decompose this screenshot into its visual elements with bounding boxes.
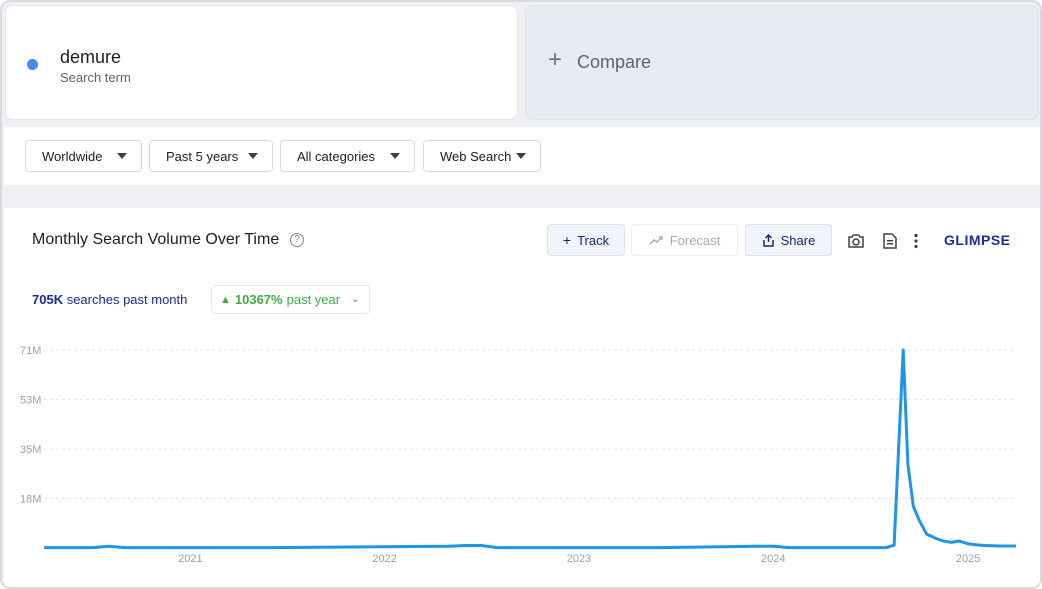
plus-icon: + — [548, 46, 563, 73]
caret-down-icon — [248, 153, 258, 159]
chart-card: Monthly Search Volume Over Time ? + Trac… — [4, 208, 1040, 587]
filter-bar: Worldwide Past 5 years All categories We… — [4, 127, 1040, 185]
location-filter-label: Worldwide — [42, 148, 103, 164]
y-tick-label: 18M — [20, 494, 41, 506]
search-term-card[interactable]: demure Search term — [5, 5, 518, 120]
search-type-filter[interactable]: Web Search — [423, 140, 541, 172]
x-tick-label: 2023 — [567, 553, 591, 565]
search-type-filter-label: Web Search — [440, 148, 512, 164]
caret-down-icon — [390, 153, 400, 159]
term-color-dot — [27, 59, 38, 70]
search-term-subtitle: Search term — [60, 70, 131, 85]
app-frame: demure Search term + Compare Worldwide P… — [0, 0, 1042, 589]
y-tick-label: 71M — [20, 345, 41, 357]
caret-down-icon — [117, 153, 127, 159]
x-tick-label: 2021 — [178, 553, 202, 565]
compare-label: Compare — [577, 52, 652, 72]
caret-down-icon — [516, 153, 526, 159]
x-tick-label: 2024 — [761, 553, 785, 565]
category-filter[interactable]: All categories — [280, 140, 415, 172]
category-filter-label: All categories — [297, 148, 376, 164]
search-term-name: demure — [60, 47, 122, 67]
search-volume-chart: 18M 35M 53M 71M 2021 2022 2023 2024 2025 — [20, 345, 1016, 565]
x-tick-label: 2022 — [372, 553, 396, 565]
location-filter[interactable]: Worldwide — [25, 140, 142, 172]
time-range-filter-label: Past 5 years — [166, 148, 239, 164]
y-tick-label: 35M — [20, 444, 41, 456]
y-tick-label: 53M — [20, 395, 41, 407]
compare-button[interactable]: + Compare — [525, 5, 1039, 120]
time-range-filter[interactable]: Past 5 years — [149, 140, 273, 172]
x-tick-label: 2025 — [956, 553, 980, 565]
